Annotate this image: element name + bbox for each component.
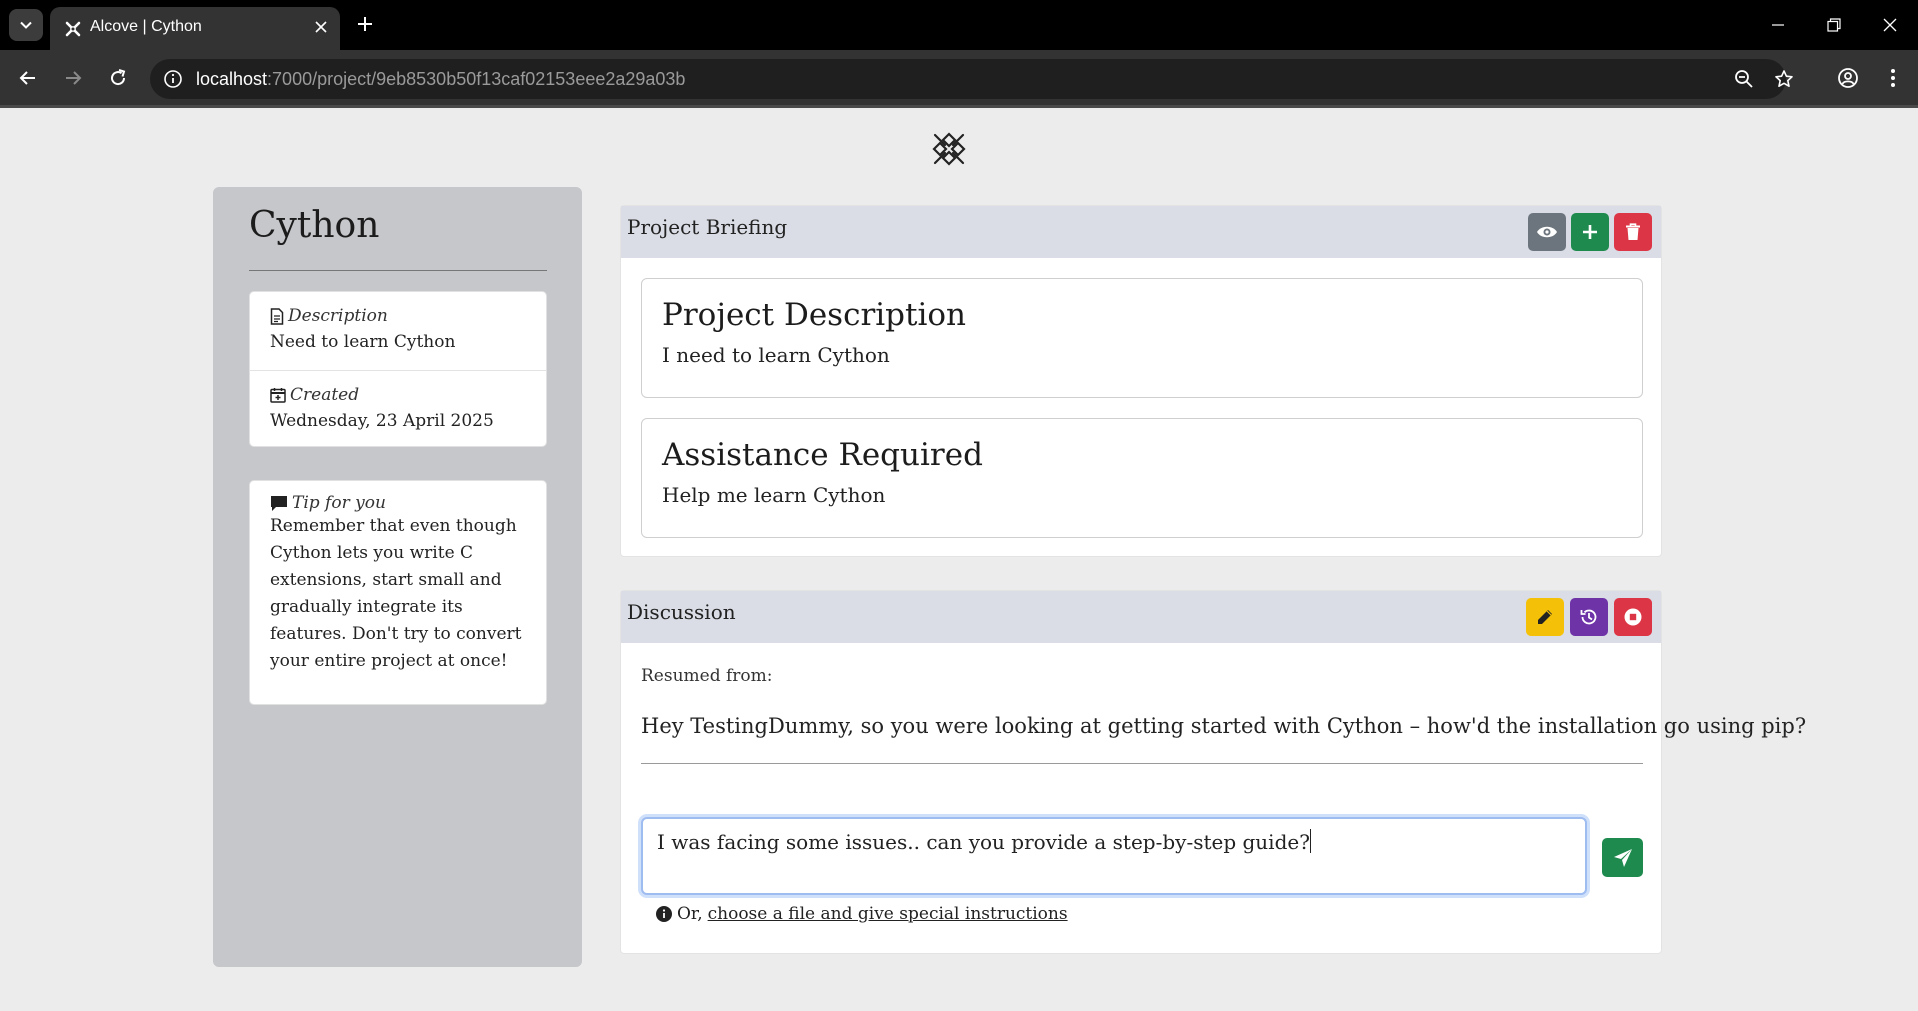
profile-button[interactable]: [1832, 62, 1864, 94]
minimize-button[interactable]: [1758, 8, 1798, 42]
close-window-button[interactable]: [1870, 8, 1910, 42]
forward-button[interactable]: [57, 62, 89, 94]
project-info-card: Description Need to learn Cython Created…: [249, 291, 547, 447]
project-description-card: Project Description I need to learn Cyth…: [641, 278, 1643, 398]
chat-icon: [271, 495, 287, 511]
card-text: Help me learn Cython: [662, 483, 886, 507]
card-title: Project Description: [662, 297, 967, 333]
chevron-down-icon: [20, 21, 32, 29]
stop-button[interactable]: [1614, 598, 1652, 636]
assistant-message: Hey TestingDummy, so you were looking at…: [641, 714, 1807, 738]
discussion-title: Discussion: [627, 600, 736, 624]
created-label: Created: [290, 385, 360, 405]
reload-button[interactable]: [102, 62, 134, 94]
browser-menu-button[interactable]: [1877, 62, 1909, 94]
created-value: Wednesday, 23 April 2025: [270, 411, 494, 431]
briefing-title: Project Briefing: [627, 215, 788, 239]
tab-search-button[interactable]: [9, 9, 43, 41]
restore-button[interactable]: [1814, 8, 1854, 42]
tip-label-row: Tip for you: [270, 493, 526, 513]
tip-card: Tip for you Remember that even though Cy…: [249, 480, 547, 705]
info-icon: [656, 906, 672, 922]
view-button[interactable]: [1528, 213, 1566, 251]
reply-input[interactable]: I was facing some issues.. can you provi…: [641, 817, 1587, 895]
description-label: Description: [288, 306, 388, 326]
alcove-favicon-icon: [65, 21, 81, 37]
trash-icon: [1626, 223, 1640, 240]
back-button[interactable]: [12, 62, 44, 94]
discussion-header: Discussion: [621, 591, 1661, 643]
assistance-required-card: Assistance Required Help me learn Cython: [641, 418, 1643, 538]
tab-title: Alcove | Cython: [90, 18, 202, 35]
edit-button[interactable]: [1526, 598, 1564, 636]
add-button[interactable]: [1571, 213, 1609, 251]
send-button[interactable]: [1602, 838, 1643, 877]
stop-icon: [1624, 608, 1642, 626]
history-button[interactable]: [1570, 598, 1608, 636]
close-icon: [1883, 18, 1897, 32]
resumed-from-label: Resumed from:: [641, 666, 773, 686]
project-briefing-panel: Project Briefing Project Description I n…: [620, 205, 1662, 557]
description-label-row: Description: [270, 306, 526, 326]
history-icon: [1580, 609, 1597, 625]
text-caret: [1309, 829, 1311, 853]
restore-icon: [1827, 18, 1841, 32]
divider: [641, 763, 1643, 764]
discussion-panel: Discussion Resumed from: Hey TestingDumm…: [620, 590, 1806, 954]
tip-text: Remember that even though Cython lets yo…: [270, 516, 522, 671]
pencil-icon: [1538, 610, 1552, 624]
created-row: Created Wednesday, 23 April 2025: [250, 370, 546, 448]
tab-close-button[interactable]: [310, 16, 332, 38]
project-sidebar: Cython Description Need to learn Cython …: [213, 187, 582, 967]
briefing-header: Project Briefing: [621, 206, 1661, 258]
star-icon: [1775, 70, 1793, 87]
choose-file-link[interactable]: choose a file and give special instructi…: [708, 904, 1068, 924]
document-icon: [270, 307, 284, 325]
page-content: Cython Description Need to learn Cython …: [0, 108, 1918, 1011]
menu-icon: [1891, 69, 1895, 87]
address-bar[interactable]: localhost:7000/project/9eb8530b50f13caf0…: [150, 59, 1793, 99]
url-text: localhost:7000/project/9eb8530b50f13caf0…: [196, 69, 685, 90]
card-text: I need to learn Cython: [662, 343, 890, 367]
url-path: :7000/project/9eb8530b50f13caf02153eee2a…: [267, 69, 686, 89]
zoom-button[interactable]: [1732, 67, 1756, 91]
close-icon: [315, 21, 327, 33]
url-host: localhost: [196, 69, 268, 89]
delete-button[interactable]: [1614, 213, 1652, 251]
new-tab-button[interactable]: [352, 11, 378, 37]
browser-toolbar: localhost:7000/project/9eb8530b50f13caf0…: [0, 50, 1918, 108]
plus-icon: [1583, 225, 1597, 239]
send-icon: [1613, 848, 1632, 867]
created-label-row: Created: [270, 385, 526, 405]
zoom-icon: [1735, 70, 1753, 88]
back-arrow-icon: [19, 71, 35, 85]
project-title: Cython: [249, 205, 380, 246]
card-title: Assistance Required: [662, 437, 983, 473]
reload-icon: [111, 69, 126, 86]
forward-arrow-icon: [66, 71, 82, 85]
alcove-logo-icon[interactable]: [930, 130, 968, 168]
browser-tab[interactable]: Alcove | Cython: [50, 7, 340, 50]
description-value: Need to learn Cython: [270, 332, 456, 352]
site-info-icon[interactable]: [162, 68, 184, 90]
hint-prefix: Or,: [677, 904, 703, 924]
file-hint: Or, choose a file and give special instr…: [656, 904, 1068, 924]
browser-tab-bar: Alcove | Cython: [0, 0, 1918, 50]
bookmark-button[interactable]: [1772, 67, 1796, 91]
tip-label: Tip for you: [292, 493, 386, 513]
plus-icon: [358, 17, 372, 31]
description-row: Description Need to learn Cython: [250, 292, 546, 370]
calendar-plus-icon: [270, 388, 286, 403]
divider: [249, 270, 547, 271]
profile-icon: [1838, 68, 1858, 88]
eye-icon: [1537, 226, 1557, 238]
minimize-icon: [1772, 24, 1784, 26]
reply-input-value: I was facing some issues.. can you provi…: [657, 830, 1310, 854]
